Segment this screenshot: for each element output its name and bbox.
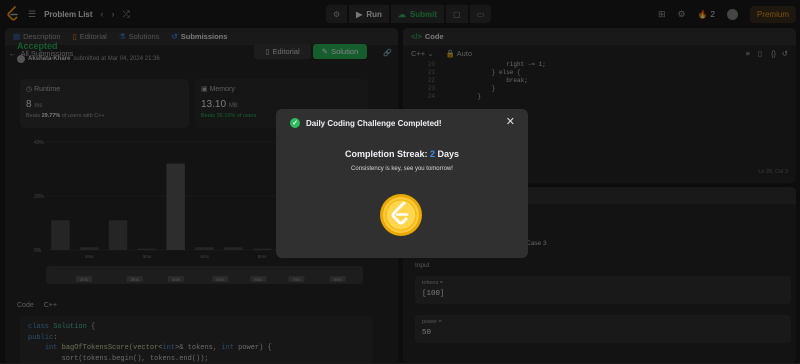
check-circle-icon: ✓ <box>290 118 300 128</box>
modal-title: Daily Coding Challenge Completed! <box>306 119 442 128</box>
streak-label: Completion Streak: <box>345 149 428 159</box>
daily-challenge-modal: ✓ Daily Coding Challenge Completed! ✕ Co… <box>276 109 528 258</box>
streak-unit: Days <box>438 149 460 159</box>
close-icon[interactable]: ✕ <box>506 115 515 128</box>
coin-icon <box>379 193 423 237</box>
modal-subtitle: Consistency is key, see you tomorrow! <box>276 166 528 172</box>
completion-streak: Completion Streak: 2 Days <box>276 149 528 159</box>
streak-value: 2 <box>430 149 435 159</box>
modal-header: ✓ Daily Coding Challenge Completed! <box>290 118 442 128</box>
